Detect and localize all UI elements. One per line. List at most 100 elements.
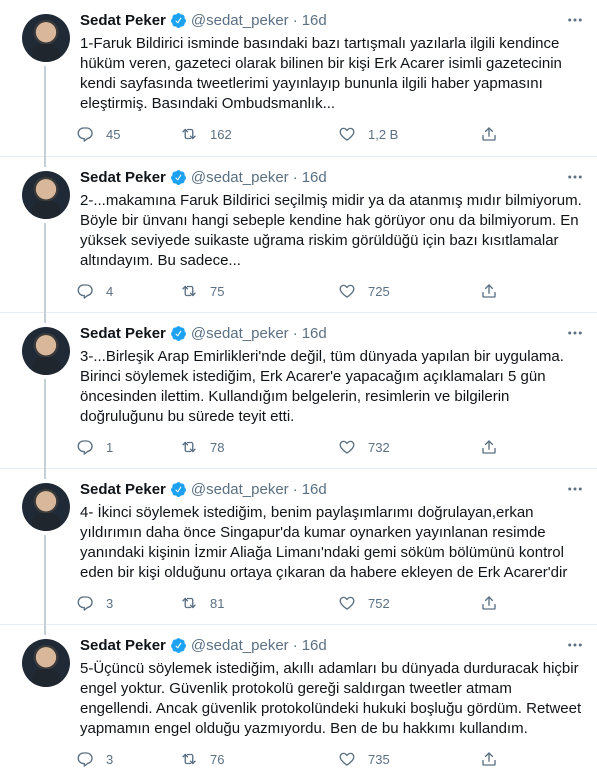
reply-icon (77, 440, 93, 455)
like-count: 752 (368, 595, 390, 611)
tweet[interactable]: Sedat Peker @sedat_peker · 16d 2-...maka… (0, 157, 597, 313)
separator-dot: · (292, 636, 298, 654)
tweet[interactable]: Sedat Peker @sedat_peker · 16d 4- İkinci… (0, 469, 597, 625)
like-button[interactable]: 1,2 B (338, 124, 398, 144)
like-button[interactable]: 735 (338, 749, 390, 769)
like-icon (339, 596, 355, 610)
more-options-icon[interactable] (565, 635, 585, 655)
reply-icon (77, 284, 93, 299)
reply-icon (77, 596, 93, 611)
separator-dot: · (292, 168, 298, 186)
tweet-text: 1-Faruk Bildirici isminde basındaki bazı… (80, 35, 562, 112)
more-options-icon[interactable] (565, 10, 585, 30)
tweet-actions: 1 78 732 (76, 437, 506, 457)
like-button[interactable]: 725 (338, 281, 390, 301)
author-name[interactable]: Sedat Peker (80, 481, 166, 498)
more-options-icon[interactable] (565, 323, 585, 343)
verified-badge-icon (170, 12, 187, 29)
retweet-button[interactable]: 75 (180, 281, 224, 301)
like-count: 735 (368, 751, 390, 767)
retweet-button[interactable]: 78 (180, 437, 224, 457)
verified-badge-icon (170, 169, 187, 186)
author-name[interactable]: Sedat Peker (80, 12, 166, 29)
share-icon (482, 127, 496, 141)
reply-count: 4 (106, 283, 114, 299)
more-options-icon[interactable] (565, 167, 585, 187)
tweet-timestamp[interactable]: 16d (302, 481, 327, 498)
retweet-count: 75 (210, 283, 225, 299)
retweet-icon (182, 441, 196, 453)
tweet[interactable]: Sedat Peker @sedat_peker · 16d 1-Faruk B… (0, 0, 597, 157)
thread-connector-line (44, 66, 46, 157)
verified-badge-icon (170, 481, 187, 498)
share-button[interactable] (480, 124, 498, 144)
like-button[interactable]: 752 (338, 593, 390, 613)
thread-connector-line (44, 535, 46, 625)
share-icon (482, 440, 496, 454)
like-count: 725 (368, 283, 390, 299)
tweet[interactable]: Sedat Peker @sedat_peker · 16d 5-Üçüncü … (0, 625, 597, 780)
reply-button[interactable]: 3 (76, 593, 113, 613)
avatar[interactable] (22, 483, 70, 531)
retweet-button[interactable]: 81 (180, 593, 224, 613)
like-icon (339, 284, 355, 298)
separator-dot: · (292, 480, 298, 498)
reply-button[interactable]: 3 (76, 749, 113, 769)
thread-connector-line (44, 313, 46, 323)
thread-connector-line (44, 157, 46, 167)
tweet-timestamp[interactable]: 16d (302, 637, 327, 654)
share-button[interactable] (480, 437, 498, 457)
author-handle[interactable]: @sedat_peker (191, 12, 289, 29)
reply-count: 1 (106, 439, 114, 455)
reply-count: 45 (106, 126, 121, 142)
author-handle[interactable]: @sedat_peker (191, 637, 289, 654)
retweet-count: 162 (210, 126, 232, 142)
reply-button[interactable]: 45 (76, 124, 120, 144)
avatar[interactable] (22, 14, 70, 62)
reply-button[interactable]: 1 (76, 437, 113, 457)
share-button[interactable] (480, 281, 498, 301)
tweet-actions: 45 162 1,2 B (76, 124, 506, 144)
like-icon (339, 127, 355, 141)
retweet-button[interactable]: 76 (180, 749, 224, 769)
retweet-button[interactable]: 162 (180, 124, 232, 144)
retweet-count: 81 (210, 595, 225, 611)
reply-count: 3 (106, 595, 114, 611)
share-icon (482, 596, 496, 610)
like-button[interactable]: 732 (338, 437, 390, 457)
retweet-count: 78 (210, 439, 225, 455)
author-handle[interactable]: @sedat_peker (191, 169, 289, 186)
reply-icon (77, 752, 93, 767)
tweet-actions: 3 81 752 (76, 593, 506, 613)
author-name[interactable]: Sedat Peker (80, 169, 166, 186)
avatar[interactable] (22, 639, 70, 687)
reply-button[interactable]: 4 (76, 281, 113, 301)
author-handle[interactable]: @sedat_peker (191, 325, 289, 342)
tweet[interactable]: Sedat Peker @sedat_peker · 16d 3-...Birl… (0, 313, 597, 469)
share-button[interactable] (480, 749, 498, 769)
tweet-header: Sedat Peker @sedat_peker · 16d (80, 634, 327, 656)
tweet-header: Sedat Peker @sedat_peker · 16d (80, 322, 327, 344)
tweet-header: Sedat Peker @sedat_peker · 16d (80, 9, 327, 31)
author-name[interactable]: Sedat Peker (80, 637, 166, 654)
tweet-text: 4- İkinci söylemek istediğim, benim payl… (80, 504, 568, 581)
more-options-icon[interactable] (565, 479, 585, 499)
reply-icon (77, 127, 93, 142)
author-handle[interactable]: @sedat_peker (191, 481, 289, 498)
tweet-timestamp[interactable]: 16d (302, 325, 327, 342)
tweet-timestamp[interactable]: 16d (302, 12, 327, 29)
like-count: 732 (368, 439, 390, 455)
tweet-timestamp[interactable]: 16d (302, 169, 327, 186)
like-icon (339, 440, 355, 454)
share-icon (482, 284, 496, 298)
share-icon (482, 752, 496, 766)
retweet-count: 76 (210, 751, 225, 767)
author-name[interactable]: Sedat Peker (80, 325, 166, 342)
tweet-text: 3-...Birleşik Arap Emirlikleri'nde değil… (80, 348, 564, 425)
retweet-icon (182, 753, 196, 765)
share-button[interactable] (480, 593, 498, 613)
avatar[interactable] (22, 171, 70, 219)
avatar[interactable] (22, 327, 70, 375)
verified-badge-icon (170, 325, 187, 342)
tweet-actions: 3 76 735 (76, 749, 506, 769)
